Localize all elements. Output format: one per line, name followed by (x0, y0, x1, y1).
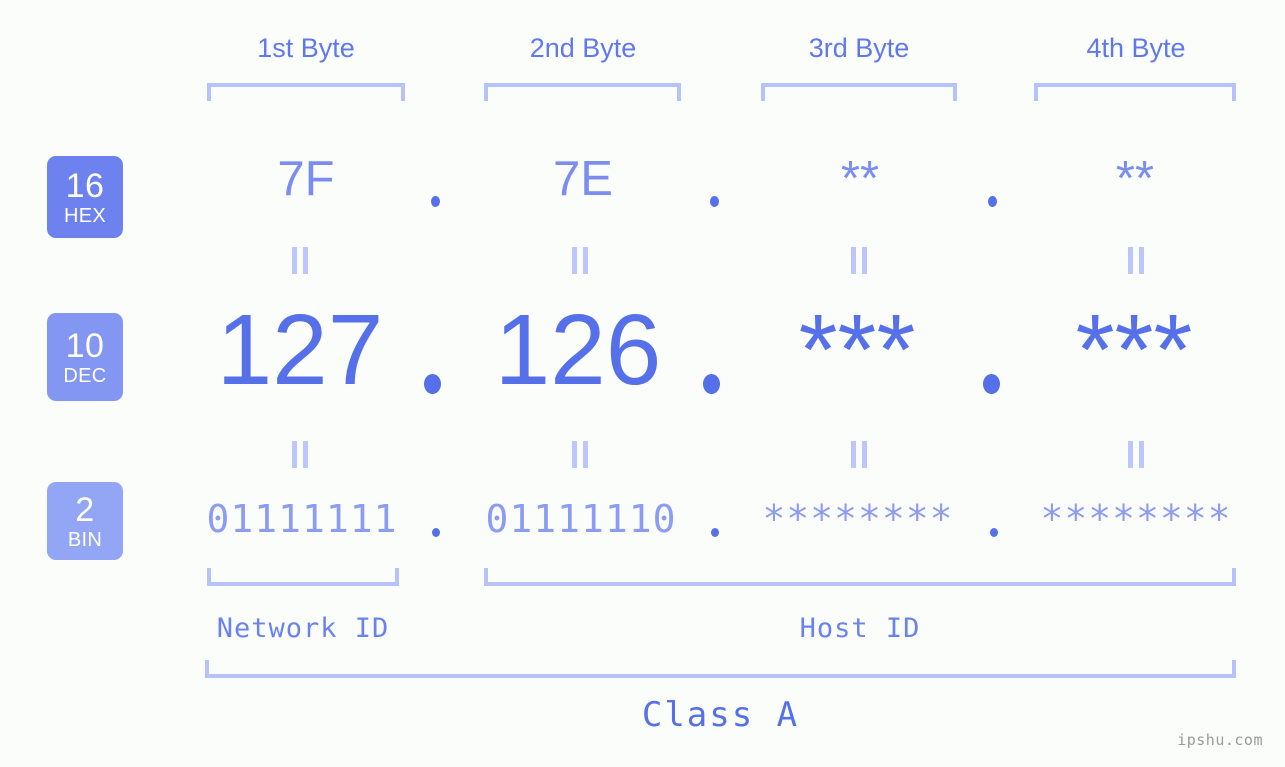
bin-separator-dot-3 (990, 528, 998, 537)
dec-byte-1: 127 (216, 294, 384, 406)
hex-byte-1: 7F (277, 152, 335, 206)
hex-separator-dot-1 (431, 196, 440, 207)
dec-byte-3: *** (798, 294, 916, 406)
site-watermark: ipshu.com (1177, 731, 1263, 749)
byte-header-2: 2nd Byte (529, 33, 637, 63)
base-badge-hex: 16 HEX (47, 156, 123, 238)
bin-byte-4: ******** (1040, 497, 1232, 541)
base-badge-hex-system: HEX (63, 204, 107, 227)
base-badge-dec: 10 DEC (47, 313, 123, 401)
base-badge-bin-system: BIN (67, 528, 103, 551)
class-label: Class A (641, 695, 800, 735)
ip-address-breakdown-diagram: 1st Byte 2nd Byte 3rd Byte 4th Byte 16 H… (0, 0, 1285, 767)
hex-byte-2: 7E (553, 152, 613, 206)
byte-header-3: 3rd Byte (808, 33, 910, 63)
host-id-label: Host ID (799, 613, 921, 644)
equals-mark-hex-dec-4 (1127, 247, 1145, 274)
dec-separator-dot-1 (424, 374, 441, 394)
byte-bracket-top-3 (761, 83, 957, 101)
bin-byte-2: 01111110 (485, 497, 677, 541)
byte-bracket-top-2 (484, 83, 681, 101)
hex-byte-3: ** (840, 152, 880, 206)
byte-bracket-top-1 (207, 83, 405, 101)
equals-mark-dec-bin-1 (291, 441, 309, 468)
base-badge-bin: 2 BIN (47, 482, 123, 560)
network-id-label: Network ID (216, 613, 390, 644)
dec-byte-2: 126 (494, 294, 662, 406)
bin-byte-1: 01111111 (206, 497, 398, 541)
base-badge-bin-number: 2 (75, 490, 95, 529)
dec-separator-dot-2 (703, 374, 720, 394)
equals-mark-dec-bin-4 (1127, 441, 1145, 468)
byte-bracket-top-4 (1034, 83, 1236, 101)
base-badge-dec-number: 10 (65, 326, 105, 365)
bin-separator-dot-2 (711, 528, 719, 537)
dec-byte-4: *** (1075, 294, 1193, 406)
equals-mark-dec-bin-3 (850, 441, 868, 468)
dec-separator-dot-3 (983, 374, 1000, 394)
equals-mark-dec-bin-2 (571, 441, 589, 468)
byte-header-4: 4th Byte (1086, 33, 1186, 63)
network-id-bracket (207, 568, 399, 586)
byte-header-1: 1st Byte (257, 33, 355, 63)
class-bracket (205, 660, 1236, 678)
equals-mark-hex-dec-2 (571, 247, 589, 274)
base-badge-hex-number: 16 (65, 166, 105, 205)
equals-mark-hex-dec-3 (850, 247, 868, 274)
hex-separator-dot-3 (988, 196, 997, 207)
hex-byte-4: ** (1115, 152, 1155, 206)
bin-byte-3: ******** (762, 497, 954, 541)
equals-mark-hex-dec-1 (291, 247, 309, 274)
host-id-bracket (484, 568, 1236, 586)
bin-separator-dot-1 (432, 528, 440, 537)
hex-separator-dot-2 (710, 196, 719, 207)
base-badge-dec-system: DEC (63, 364, 107, 387)
